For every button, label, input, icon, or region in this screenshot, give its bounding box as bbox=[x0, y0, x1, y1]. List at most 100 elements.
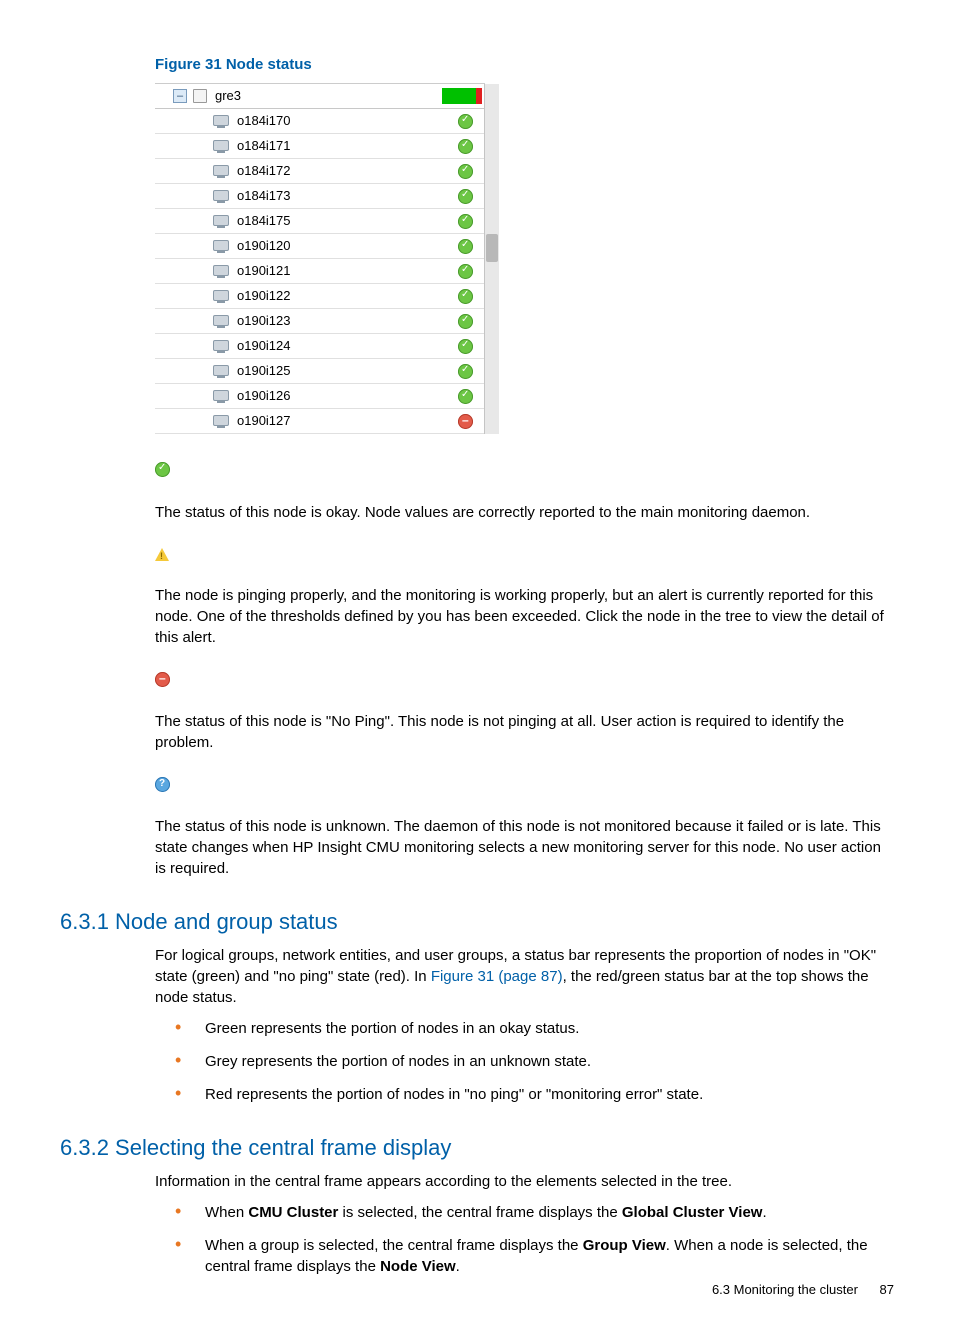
node-label: o184i173 bbox=[237, 187, 413, 205]
node-label: o190i123 bbox=[237, 312, 413, 330]
server-icon bbox=[213, 340, 229, 352]
tree-node-row[interactable]: o190i123 bbox=[155, 309, 485, 334]
status-bar-red bbox=[476, 88, 482, 104]
section-631-intro: For logical groups, network entities, an… bbox=[155, 945, 894, 1008]
legend-err-icon bbox=[155, 672, 894, 693]
figure-caption: Figure 31 Node status bbox=[155, 55, 894, 75]
section-632-title: 6.3.2 Selecting the central frame displa… bbox=[60, 1133, 894, 1163]
ok-icon bbox=[458, 189, 473, 204]
ok-icon bbox=[458, 239, 473, 254]
status-cell bbox=[413, 139, 485, 154]
node-label: o184i171 bbox=[237, 137, 413, 155]
ok-icon bbox=[458, 264, 473, 279]
server-icon bbox=[213, 190, 229, 202]
status-cell bbox=[413, 114, 485, 129]
server-icon bbox=[213, 315, 229, 327]
err-icon bbox=[458, 414, 473, 429]
legend-warn-text: The node is pinging properly, and the mo… bbox=[155, 585, 894, 648]
node-label: o184i170 bbox=[237, 112, 413, 130]
status-cell bbox=[413, 339, 485, 354]
figure-link[interactable]: Figure 31 (page 87) bbox=[431, 968, 563, 985]
ok-icon bbox=[458, 139, 473, 154]
tree-node-row[interactable]: o184i173 bbox=[155, 184, 485, 209]
legend-unk-text: The status of this node is unknown. The … bbox=[155, 816, 894, 879]
status-cell bbox=[413, 414, 485, 429]
ok-icon bbox=[458, 364, 473, 379]
node-label: o190i122 bbox=[237, 287, 413, 305]
ok-icon bbox=[458, 289, 473, 304]
list-item: Grey represents the portion of nodes in … bbox=[175, 1051, 894, 1072]
section-631-title: 6.3.1 Node and group status bbox=[60, 907, 894, 937]
legend-err-text: The status of this node is "No Ping". Th… bbox=[155, 711, 894, 753]
server-icon bbox=[213, 165, 229, 177]
collapse-icon[interactable]: – bbox=[173, 89, 187, 103]
server-icon bbox=[213, 240, 229, 252]
tree-node-row[interactable]: o184i172 bbox=[155, 159, 485, 184]
node-label: o184i175 bbox=[237, 212, 413, 230]
list-item: Red represents the portion of nodes in "… bbox=[175, 1084, 894, 1105]
status-cell bbox=[413, 389, 485, 404]
server-icon bbox=[213, 215, 229, 227]
ok-icon bbox=[155, 462, 170, 477]
tree-node-row[interactable]: o190i122 bbox=[155, 284, 485, 309]
node-label: o184i172 bbox=[237, 162, 413, 180]
tree-node-row[interactable]: o190i124 bbox=[155, 334, 485, 359]
status-cell bbox=[413, 364, 485, 379]
tree-node-row[interactable]: o184i170 bbox=[155, 109, 485, 134]
status-cell bbox=[413, 289, 485, 304]
tree-node-row[interactable]: o190i126 bbox=[155, 384, 485, 409]
ok-icon bbox=[458, 389, 473, 404]
node-label: o190i124 bbox=[237, 337, 413, 355]
node-label: o190i127 bbox=[237, 412, 413, 430]
unk-icon bbox=[155, 777, 170, 792]
node-label: o190i126 bbox=[237, 387, 413, 405]
tree-node-row[interactable]: o190i125 bbox=[155, 359, 485, 384]
scrollbar[interactable] bbox=[484, 84, 499, 434]
server-icon bbox=[213, 390, 229, 402]
server-icon bbox=[213, 365, 229, 377]
tree-node-row[interactable]: o184i175 bbox=[155, 209, 485, 234]
folder-icon bbox=[193, 89, 207, 103]
tree-group-row[interactable]: – gre3 bbox=[155, 84, 485, 109]
err-icon bbox=[155, 672, 170, 687]
server-icon bbox=[213, 415, 229, 427]
status-cell bbox=[413, 239, 485, 254]
ok-icon bbox=[458, 114, 473, 129]
page-footer: 6.3 Monitoring the cluster 87 bbox=[712, 1281, 894, 1299]
server-icon bbox=[213, 265, 229, 277]
section-631-bullets: Green represents the portion of nodes in… bbox=[175, 1018, 894, 1105]
tree-node-row[interactable]: o184i171 bbox=[155, 134, 485, 159]
ok-icon bbox=[458, 339, 473, 354]
list-item: Green represents the portion of nodes in… bbox=[175, 1018, 894, 1039]
status-cell bbox=[413, 314, 485, 329]
status-cell bbox=[413, 164, 485, 179]
section-632-intro: Information in the central frame appears… bbox=[155, 1171, 894, 1192]
list-item: When CMU Cluster is selected, the centra… bbox=[175, 1202, 894, 1223]
server-icon bbox=[213, 140, 229, 152]
group-label: gre3 bbox=[213, 87, 442, 105]
tree-node-row[interactable]: o190i127 bbox=[155, 409, 485, 434]
scrollbar-thumb[interactable] bbox=[486, 234, 498, 262]
node-tree: – gre3 o184i170 o184i171 o184i172 o184i173 o… bbox=[155, 83, 485, 434]
legend-warn-icon bbox=[155, 547, 894, 567]
footer-section: 6.3 Monitoring the cluster bbox=[712, 1282, 858, 1297]
node-label: o190i125 bbox=[237, 362, 413, 380]
footer-page: 87 bbox=[880, 1282, 894, 1297]
section-632-bullets: When CMU Cluster is selected, the centra… bbox=[175, 1202, 894, 1277]
tree-node-row[interactable]: o190i121 bbox=[155, 259, 485, 284]
ok-icon bbox=[458, 314, 473, 329]
ok-icon bbox=[458, 164, 473, 179]
node-label: o190i120 bbox=[237, 237, 413, 255]
legend-unk-icon bbox=[155, 777, 894, 798]
node-label: o190i121 bbox=[237, 262, 413, 280]
status-cell bbox=[413, 214, 485, 229]
list-item: When a group is selected, the central fr… bbox=[175, 1235, 894, 1277]
status-cell bbox=[413, 189, 485, 204]
legend-ok-text: The status of this node is okay. Node va… bbox=[155, 502, 894, 523]
server-icon bbox=[213, 115, 229, 127]
tree-node-row[interactable]: o190i120 bbox=[155, 234, 485, 259]
warn-icon bbox=[155, 548, 169, 561]
legend-ok-icon bbox=[155, 462, 894, 483]
ok-icon bbox=[458, 214, 473, 229]
status-bar bbox=[442, 88, 482, 104]
